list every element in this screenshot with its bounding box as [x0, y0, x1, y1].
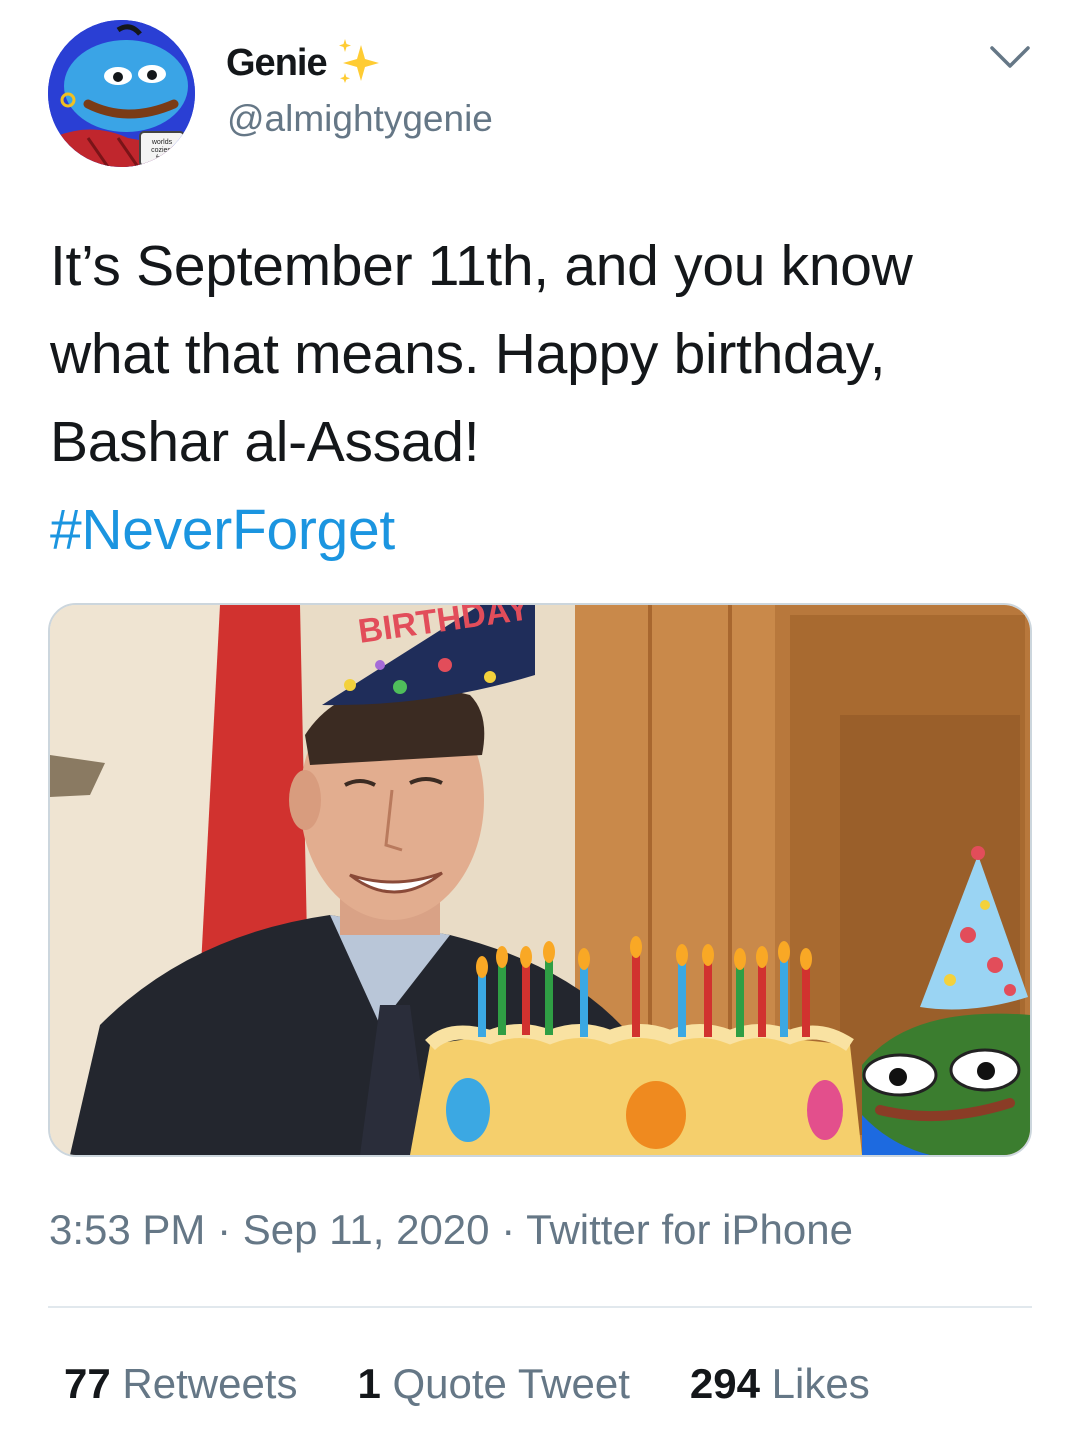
quotes-count: 1 [357, 1360, 381, 1407]
retweets-count: 77 [64, 1360, 111, 1407]
meta-separator: · [489, 1206, 527, 1253]
likes-label: Likes [771, 1360, 870, 1407]
chevron-down-icon[interactable] [988, 38, 1032, 74]
author-name-row[interactable]: Genie [226, 38, 387, 88]
tweet-timestamp[interactable]: 3:53 PM · Sep 11, 2020 · Twitter for iPh… [49, 1206, 853, 1254]
svg-text:coziest: coziest [151, 147, 173, 154]
retweets-label: Retweets [122, 1360, 298, 1407]
genie-pepe-avatar-icon: worlds coziest fren [48, 20, 195, 167]
tweet-source[interactable]: Twitter for iPhone [526, 1206, 853, 1253]
author-avatar[interactable]: worlds coziest fren [48, 20, 195, 167]
tweet-date[interactable]: Sep 11, 2020 [243, 1206, 490, 1253]
quote-tweets-stat[interactable]: 1 Quote Tweet [357, 1360, 629, 1408]
author-handle[interactable]: @almightygenie [227, 98, 493, 140]
sparkles-icon [331, 35, 387, 91]
tweet-detail: worlds coziest fren Genie @almightygenie… [0, 0, 1080, 1454]
divider [48, 1306, 1032, 1308]
svg-text:fren: fren [156, 155, 168, 162]
engagement-stats: 77 Retweets 1 Quote Tweet 294 Likes [64, 1360, 930, 1408]
meta-separator: · [205, 1206, 243, 1253]
svg-text:worlds: worlds [151, 139, 173, 146]
quotes-label: Quote Tweet [392, 1360, 630, 1407]
likes-count: 294 [689, 1360, 760, 1407]
tweet-media-image[interactable]: BIRTHDAY [48, 603, 1032, 1157]
likes-stat[interactable]: 294 Likes [690, 1360, 870, 1408]
retweets-stat[interactable]: 77 Retweets [64, 1360, 297, 1408]
tweet-text: It’s September 11th, and you know what t… [50, 222, 1040, 574]
hashtag-link[interactable]: #NeverForget [50, 486, 1040, 574]
author-display-name[interactable]: Genie [226, 42, 328, 85]
tweet-body: It’s September 11th, and you know what t… [50, 234, 913, 474]
tweet-time[interactable]: 3:53 PM [49, 1206, 205, 1253]
birthday-photo: BIRTHDAY [50, 605, 1030, 1155]
